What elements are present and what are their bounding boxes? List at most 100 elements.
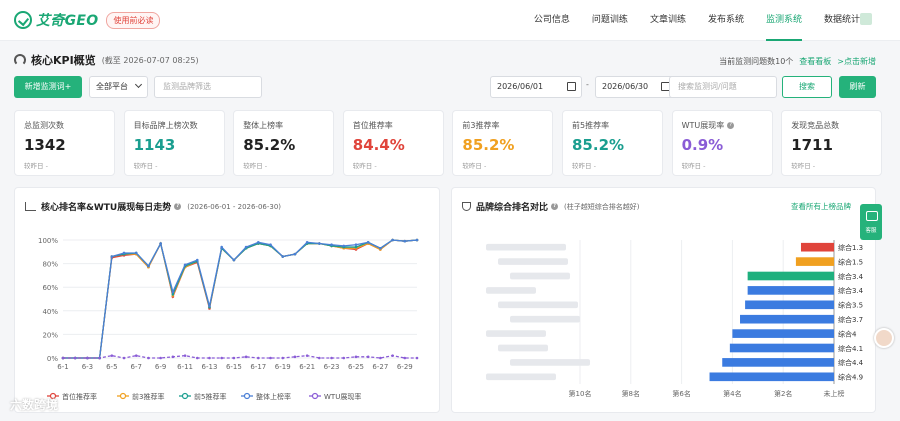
brand-logo[interactable]: 艾奇GEO 使用前必读 (14, 10, 161, 30)
legend-label: 前3推荐率 (132, 392, 164, 401)
rank-bar[interactable] (709, 372, 834, 382)
brand-filter-input[interactable]: 监测品牌筛选 (154, 76, 262, 98)
search-button[interactable]: 搜索 (782, 76, 832, 98)
trend-chart-panel: 核心排名率&WTU展现每日走势 ? (2026-06-01 - 2026-06-… (14, 187, 440, 413)
x-tick-label: 6-27 (372, 363, 388, 371)
data-point (330, 243, 333, 247)
category-label-blurred (498, 301, 578, 309)
bar-value-label: 综合4.1 (838, 344, 863, 353)
nav-item[interactable]: 监测系统 (765, 0, 802, 41)
kpi-card-label-text: 前3推荐率 (462, 121, 500, 130)
data-point (147, 356, 150, 360)
data-point (208, 356, 211, 360)
y-tick-label: 80% (42, 261, 58, 269)
nav-item[interactable]: 问题训练 (592, 0, 628, 41)
legend-label: 整体上榜率 (256, 392, 291, 401)
platform-select[interactable]: 全部平台 (89, 76, 148, 98)
x-tick-label: 6-21 (299, 363, 315, 371)
data-point (293, 252, 297, 256)
rank-bar[interactable] (800, 242, 834, 252)
data-point (183, 263, 187, 267)
assistant-avatar[interactable] (874, 328, 894, 348)
kpi-card-label: 发现竞品总数 (791, 120, 881, 131)
calendar-icon[interactable] (567, 82, 576, 91)
data-point (318, 356, 321, 360)
x-tick-label: 6-3 (82, 363, 93, 371)
x-tick-label: 第2名 (774, 389, 792, 398)
rank-bar[interactable] (747, 286, 834, 295)
nav-item[interactable]: 发布系统 (708, 0, 744, 41)
legend-item[interactable]: 整体上榜率 (241, 392, 291, 401)
rank-bar[interactable] (729, 343, 834, 353)
kpi-title: 核心KPI概览 (31, 54, 96, 67)
x-tick-label: 6-11 (177, 363, 193, 371)
end-date-value: 2026/06/30 (602, 82, 649, 91)
rank-bar[interactable] (722, 358, 834, 367)
data-point (110, 255, 114, 258)
nav-item[interactable]: 公司信息 (534, 0, 570, 41)
series-line (63, 239, 418, 359)
read-first-badge[interactable]: 使用前必读 (106, 11, 161, 29)
kpi-card-label: 整体上榜率 (243, 120, 333, 131)
kpi-card-label: 总监测次数 (24, 120, 114, 131)
start-date-input[interactable]: 2026/06/01 (490, 76, 582, 98)
category-label-blurred (498, 258, 568, 265)
data-point (403, 239, 407, 243)
keyword-search-input[interactable]: 搜索监测词/问题 (669, 76, 777, 98)
kpi-card: 前5推荐率 85.2% 较昨日 - (562, 110, 663, 176)
data-point (232, 356, 236, 360)
kpi-card-value: 85.2% (462, 136, 515, 154)
bar-value-label: 综合3.7 (838, 315, 863, 324)
kpi-card-label-text: WTU展现率 (681, 121, 725, 130)
end-date-input[interactable]: 2026/06/30 (595, 76, 676, 98)
data-point (354, 355, 358, 359)
add-keyword-button[interactable]: 新增监测词+ (14, 76, 82, 98)
rank-bar[interactable] (747, 271, 834, 281)
y-tick-label: 0% (47, 355, 58, 363)
nav-item[interactable]: 文章训练 (650, 0, 686, 41)
data-point (195, 356, 199, 360)
kpi-cards: 总监测次数 1342 较昨日 - 目标品牌上榜次数 1143 较昨日 - 整体上榜率 85.2… (14, 110, 883, 176)
data-point (73, 356, 77, 360)
kpi-card-label: 首位推荐率 (353, 120, 443, 131)
legend-item[interactable]: 前5推荐率 (179, 392, 226, 401)
rank-bar[interactable] (795, 257, 834, 266)
kpi-card-change: 较昨日 - (24, 162, 48, 170)
nav-item[interactable]: 数据统计 (824, 0, 860, 41)
refresh-button[interactable]: 刷新 (839, 76, 876, 98)
rank-chart-panel: 品牌综合排名对比 ? (柱子越短综合排名越好) 查看所有上榜品牌 第10名 第8名… (451, 187, 876, 413)
rank-bar[interactable] (740, 314, 834, 324)
x-tick-label: 未上榜 (824, 389, 845, 398)
help-icon[interactable]: ? (727, 122, 735, 129)
kpi-timestamp: (截至 2026-07-07 08:25) (101, 55, 199, 65)
view-board-link[interactable]: 查看看板 (799, 56, 831, 67)
data-point (220, 245, 223, 249)
monitor-summary: 当前监测问题数10个 查看看板 >点击新增 (719, 56, 876, 67)
add-new-link[interactable]: >点击新增 (837, 56, 876, 67)
data-point (415, 356, 419, 360)
y-tick-label: 40% (42, 308, 58, 316)
legend-item[interactable]: WTU展现率 (309, 392, 361, 401)
data-point (195, 258, 199, 262)
kpi-card-change: 较昨日 - (462, 162, 487, 170)
kpi-card-value: 85.2% (572, 136, 625, 154)
x-tick-label: 6-13 (202, 363, 218, 371)
series-line (63, 239, 418, 359)
data-point (403, 356, 407, 360)
data-point (159, 356, 162, 360)
kpi-card: 首位推荐率 84.4% 较昨日 - (342, 110, 444, 176)
kpi-card-value: 1711 (791, 136, 833, 154)
kpi-card-label: WTU展现率? (682, 120, 772, 131)
kpi-card-label-text: 总监测次数 (24, 121, 64, 130)
rank-bar[interactable] (745, 300, 834, 310)
rank-bar[interactable] (732, 329, 834, 338)
series-line (63, 239, 418, 359)
customer-service-button[interactable]: 客服 (860, 204, 882, 240)
legend-item[interactable]: 前3推荐率 (117, 392, 164, 401)
data-point (281, 356, 285, 360)
kpi-card: 整体上榜率 85.2% 较昨日 - (233, 110, 335, 176)
data-point (159, 242, 162, 245)
data-point (86, 356, 89, 360)
data-point (305, 354, 309, 357)
user-avatar[interactable] (860, 13, 872, 25)
